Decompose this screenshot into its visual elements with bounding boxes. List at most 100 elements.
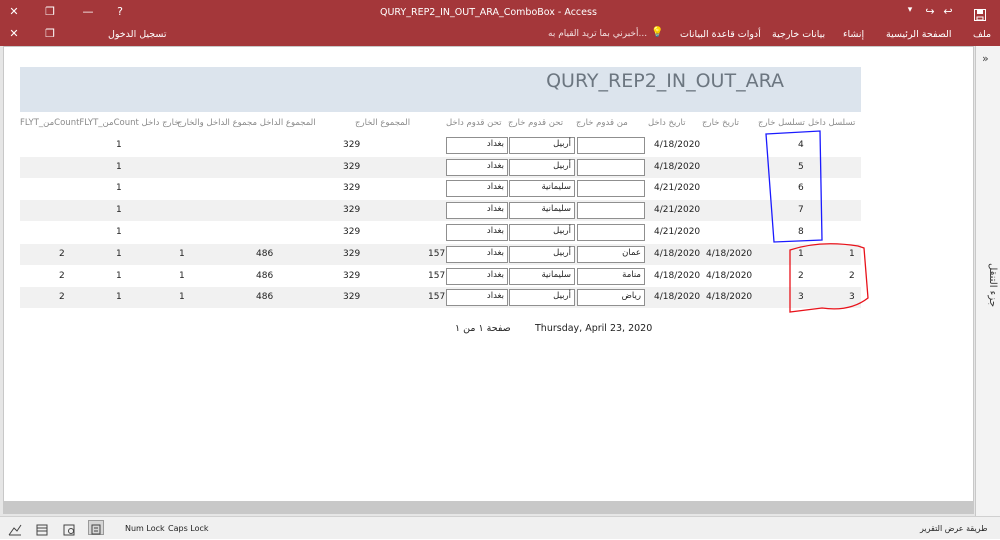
undo-icon[interactable]: ↩ (940, 5, 956, 18)
date-out-cell: 4/18/2020 (706, 292, 753, 302)
to-arrival-out-box[interactable]: أربيل (509, 137, 575, 154)
col-header-to-arrival-in: تحن قدوم داخل (446, 118, 502, 128)
count-2-cell: 1 (116, 292, 122, 302)
total-in-out-cell: 486 (256, 249, 274, 259)
count-2-cell: 1 (116, 205, 122, 215)
col-header-total-out: المجموع الخارج (355, 118, 411, 128)
to-arrival-in-box[interactable]: بغداد (446, 137, 508, 154)
tab-database-tools[interactable]: أدوات قاعدة البيانات (680, 29, 761, 40)
col-header-to-arrival-out: تحن قدوم خارج (508, 118, 564, 128)
from-arrival-box[interactable]: عمان (577, 246, 645, 263)
date-out-cell: 4/18/2020 (706, 271, 753, 281)
to-arrival-out-box[interactable]: أربيل (509, 246, 575, 263)
col-header-seq-out: تسلسل خارج (758, 118, 805, 128)
restore-document-button[interactable]: ❐ (42, 27, 58, 40)
expand-nav-icon[interactable]: » (982, 52, 989, 65)
minimize-window-button[interactable]: — (80, 5, 96, 18)
date-in-cell: 4/18/2020 (654, 140, 701, 150)
col-header-from-arrival-out: من قدوم خارج (576, 118, 628, 128)
to-arrival-in-box[interactable]: بغداد (446, 159, 508, 176)
save-icon[interactable] (974, 6, 986, 21)
close-window-button[interactable]: ✕ (6, 5, 22, 18)
to-arrival-in-box[interactable]: بغداد (446, 289, 508, 306)
to-arrival-in-box[interactable]: بغداد (446, 202, 508, 219)
customize-toolbar-icon[interactable]: ▾ (902, 5, 918, 15)
caps-lock-indicator: Caps Lock (168, 524, 209, 533)
table-row: 5 4/18/2020 329 1 أربيل بغداد (20, 157, 861, 178)
num-lock-indicator: Num Lock (125, 524, 165, 533)
count-1-cell: 1 (179, 292, 185, 302)
report-page-number: صفحة ١ من ١ (455, 323, 511, 334)
value-157-cell: 157 (428, 249, 446, 259)
total-in-out-cell: 486 (256, 292, 274, 302)
horizontal-scrollbar[interactable] (3, 502, 974, 514)
date-out-cell: 4/18/2020 (706, 249, 753, 259)
count-2-cell: 1 (116, 162, 122, 172)
from-arrival-box[interactable]: رياض (577, 289, 645, 306)
to-arrival-out-box[interactable]: سليمانية (509, 180, 575, 197)
design-view-icon[interactable] (8, 521, 22, 540)
count-2-cell: 1 (116, 227, 122, 237)
from-arrival-box[interactable] (577, 159, 645, 176)
red-annotation-box (789, 243, 869, 313)
restore-window-button[interactable]: ❐ (42, 5, 58, 18)
total-in-out-cell: 486 (256, 271, 274, 281)
count-2-cell: 1 (116, 183, 122, 193)
layout-view-icon[interactable] (36, 521, 48, 540)
col-header-counts: FLYT_منCountFLYT_منCount خارج داخل (20, 118, 180, 128)
to-arrival-out-box[interactable]: سليمانية (509, 202, 575, 219)
date-in-cell: 4/21/2020 (654, 183, 701, 193)
sign-in-link[interactable]: تسجيل الدخول (108, 29, 167, 40)
total-out-cell: 329 (343, 249, 361, 259)
lightbulb-icon: 💡 (651, 27, 664, 38)
from-arrival-box[interactable] (577, 180, 645, 197)
from-arrival-box[interactable] (577, 202, 645, 219)
redo-icon[interactable]: ↪ (922, 5, 938, 18)
from-arrival-box[interactable] (577, 137, 645, 154)
to-arrival-out-box[interactable]: أربيل (509, 289, 575, 306)
count-3-cell: 2 (59, 249, 65, 259)
tab-create[interactable]: إنشاء (843, 29, 864, 40)
total-out-cell: 329 (343, 183, 361, 193)
table-row: 6 4/21/2020 329 1 سليمانية بغداد (20, 178, 861, 199)
print-preview-icon[interactable] (63, 521, 76, 540)
from-arrival-box[interactable] (577, 224, 645, 241)
total-out-cell: 329 (343, 292, 361, 302)
report-title: QURY_REP2_IN_OUT_ARA (546, 70, 784, 92)
table-row: 4 4/18/2020 329 1 أربيل بغداد (20, 135, 861, 156)
table-row: 3 3 4/18/2020 4/18/2020 157 329 486 1 1 2 رياض أربي… (20, 287, 861, 308)
status-bar: Num Lock Caps Lock طريقة عرض التقرير (0, 516, 1000, 539)
report-view-icon[interactable] (88, 520, 104, 535)
tab-external-data[interactable]: بيانات خارجية (772, 29, 825, 40)
report-date: Thursday, April 23, 2020 (535, 323, 653, 334)
total-out-cell: 329 (343, 140, 361, 150)
to-arrival-out-box[interactable]: أربيل (509, 159, 575, 176)
tell-me-box[interactable]: أخبرني بما تريد القيام به... (548, 29, 647, 39)
to-arrival-in-box[interactable]: بغداد (446, 246, 508, 263)
date-in-cell: 4/18/2020 (654, 249, 701, 259)
table-row: 2 2 4/18/2020 4/18/2020 157 329 486 1 1 2 منامة سلي… (20, 266, 861, 287)
to-arrival-out-box[interactable]: أربيل (509, 224, 575, 241)
count-2-cell: 1 (116, 249, 122, 259)
count-3-cell: 2 (59, 292, 65, 302)
col-header-total-in-out: المجموع الداخل مجموع الداخل والخارج (177, 118, 316, 128)
date-in-cell: 4/21/2020 (654, 227, 701, 237)
total-out-cell: 329 (343, 205, 361, 215)
to-arrival-in-box[interactable]: بغداد (446, 224, 508, 241)
total-out-cell: 329 (343, 162, 361, 172)
to-arrival-in-box[interactable]: بغداد (446, 268, 508, 285)
value-157-cell: 157 (428, 292, 446, 302)
blue-annotation-box (765, 130, 823, 243)
ribbon-tabs: ✕ ❐ تسجيل الدخول أخبرني بما تريد القيام … (0, 22, 1000, 46)
date-in-cell: 4/21/2020 (654, 205, 701, 215)
from-arrival-box[interactable]: منامة (577, 268, 645, 285)
table-row: 7 4/21/2020 329 1 سليمانية بغداد (20, 200, 861, 221)
to-arrival-in-box[interactable]: بغداد (446, 180, 508, 197)
close-document-button[interactable]: ✕ (6, 27, 22, 40)
to-arrival-out-box[interactable]: سليمانية (509, 268, 575, 285)
tab-file[interactable]: ملف (973, 29, 991, 40)
help-button[interactable]: ? (112, 5, 128, 18)
count-1-cell: 1 (179, 271, 185, 281)
tab-home[interactable]: الصفحة الرئيسية (886, 29, 952, 40)
navigation-pane-label[interactable]: جزء التنقل (978, 255, 998, 315)
